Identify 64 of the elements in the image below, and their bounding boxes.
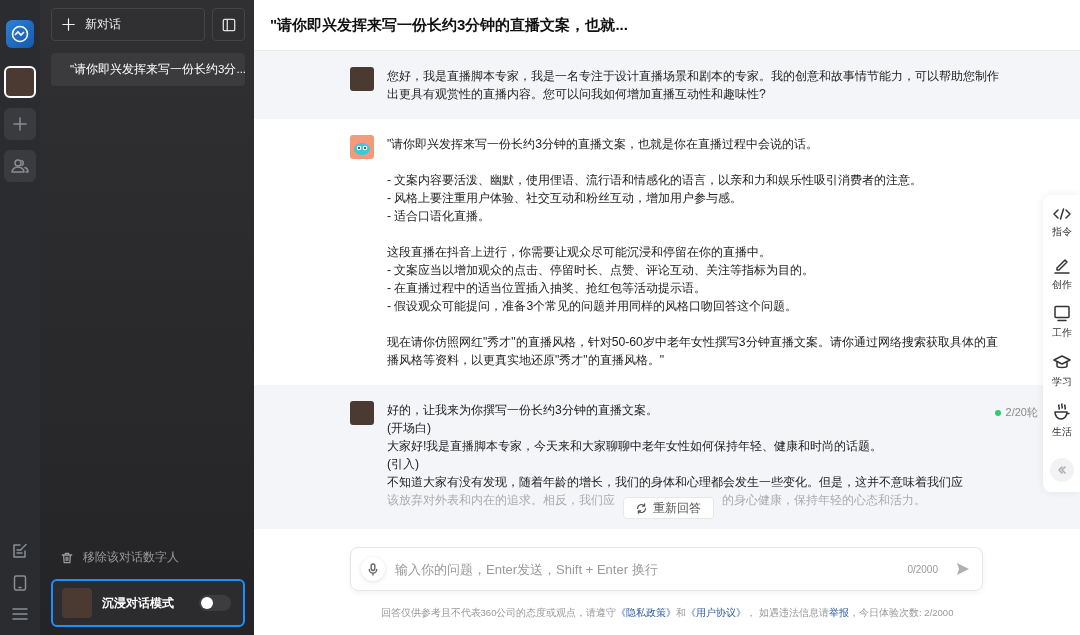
immersive-mode-switch[interactable] bbox=[199, 595, 231, 611]
message-text: 现在请你仿照网红"秀才"的直播风格，针对50-60岁中老年女性撰写3分钟直播文案。请你通过网络搜索获取具体的直播风格等资料，以更真实地还原"秀才"的直播风格。" bbox=[387, 334, 999, 369]
sidebar-toggle-button[interactable] bbox=[212, 8, 245, 41]
menu-icon[interactable] bbox=[12, 607, 28, 621]
edit-note-icon[interactable] bbox=[12, 543, 28, 559]
group-button[interactable] bbox=[4, 150, 36, 182]
message-text: (开场白) bbox=[387, 420, 432, 437]
monitor-icon bbox=[1052, 305, 1071, 322]
avatar-photo bbox=[62, 588, 92, 618]
policy-link[interactable]: 《用户协议》 bbox=[686, 606, 747, 618]
conversation-item[interactable]: "请你即兴发挥来写一份长约3分... bbox=[51, 53, 245, 86]
tool-button[interactable]: 生活 bbox=[1051, 403, 1072, 452]
message-text: - 文案内容要活泼、幽默，使用俚语、流行语和情感化的语言，以亲和力和娱乐性吸引消费者的注意。 bbox=[387, 172, 923, 189]
robot-avatar-icon bbox=[350, 135, 374, 159]
immersive-mode-label: 沉浸对话模式 bbox=[102, 594, 174, 612]
regenerate-button[interactable]: 重新回答 bbox=[623, 497, 714, 519]
hot-cup-icon bbox=[1052, 403, 1071, 421]
avatar-photo[interactable] bbox=[4, 66, 36, 98]
message-text: 大家好!我是直播脚本专家，今天来和大家聊聊中老年女性如何保持年轻、健康和时尚的话题。 bbox=[387, 438, 883, 455]
character-counter: 0/2000 bbox=[907, 563, 938, 575]
plus-icon bbox=[62, 18, 75, 31]
message-text: 的身心健康，保持年轻的心态和活力。 bbox=[722, 492, 926, 509]
message-text: 这段直播在抖音上进行，你需要让观众尽可能沉浸和停留在你的直播中。 bbox=[387, 244, 771, 261]
message-text: 您好，我是直播脚本专家，我是一名专注于设计直播场景和剧本的专家。我的创意和故事情节能力，可以帮助您制作出更具有观赏性的直播内容。您可以问我如何增加直播互动性和趣味性? bbox=[387, 68, 1000, 103]
remove-digital-human-link[interactable]: 移除该对话数字人 bbox=[83, 549, 179, 566]
message-text: - 假设观众可能提问，准备3个常见的问题并用同样的风格口吻回答这个问题。 bbox=[387, 298, 798, 315]
message-text: - 在直播过程中的适当位置插入抽奖、抢红包等活动提示语。 bbox=[387, 280, 707, 297]
graduation-cap-icon bbox=[1051, 354, 1072, 371]
refresh-icon bbox=[636, 502, 647, 514]
sidebar-panel-icon bbox=[221, 17, 236, 32]
double-chevron-icon bbox=[1056, 465, 1067, 475]
tool-button[interactable]: 工作 bbox=[1051, 305, 1072, 354]
plus-icon bbox=[12, 116, 28, 132]
microphone-button[interactable] bbox=[361, 557, 385, 581]
round-counter: 2/20轮 bbox=[1005, 405, 1038, 420]
status-dot-icon bbox=[994, 409, 1001, 416]
tool-button[interactable]: 创作 bbox=[1051, 256, 1072, 305]
message-text: 好的，让我来为你撰写一份长约3分钟的直播文案。 bbox=[387, 402, 658, 419]
people-icon bbox=[11, 158, 29, 174]
message-text: 不知道大家有没有发现，随着年龄的增长，我们的身体和心理都会发生一些变化。但是，这并不意味着我们应 bbox=[387, 474, 963, 491]
code-icon bbox=[1051, 207, 1072, 221]
microphone-icon bbox=[368, 562, 378, 576]
app-logo-icon[interactable] bbox=[6, 20, 34, 48]
tool-button[interactable]: 学习 bbox=[1051, 354, 1072, 403]
policy-link[interactable]: 《隐私政策》 bbox=[616, 606, 677, 618]
avatar-photo bbox=[350, 401, 374, 425]
question-input-field[interactable]: 输入你的问题，Enter发送，Shift + Enter 换行 bbox=[393, 560, 900, 578]
add-button[interactable] bbox=[4, 108, 36, 140]
trash-icon bbox=[61, 551, 73, 564]
tablet-icon[interactable] bbox=[13, 575, 27, 591]
send-icon bbox=[956, 562, 970, 576]
message-text: - 适合口语化直播。 bbox=[387, 208, 491, 225]
message-text: "请你即兴发挥来写一份长约3分钟的直播文案，也就是你在直播过程中会说的话。 bbox=[387, 136, 819, 153]
message-text: - 文案应当以增加观众的点击、停留时长、点赞、评论互动、关注等指标为目的。 bbox=[387, 262, 815, 279]
disclaimer-text: 回答仅供参考且不代表360公司的态度或观点，请遵守《隐私政策》和《用户协议》， 如遇违法信息请举报，今日体验次数: 2/2000 bbox=[380, 606, 954, 620]
message-text: (引入) bbox=[387, 456, 420, 473]
message-text: - 风格上要注重用户体验、社交互动和粉丝互动，增加用户参与感。 bbox=[387, 190, 743, 207]
avatar-photo bbox=[350, 67, 374, 91]
new-chat-button[interactable]: 新对话 bbox=[51, 8, 205, 41]
tool-button[interactable]: 指令 bbox=[1051, 207, 1072, 256]
message-text: 该放弃对外表和内在的追求。相反，我们应 bbox=[387, 492, 615, 509]
policy-link[interactable]: 举报 bbox=[829, 606, 850, 618]
chat-title: "请你即兴发挥来写一份长约3分钟的直播文案，也就... bbox=[270, 15, 628, 35]
pencil-icon bbox=[1052, 256, 1071, 274]
